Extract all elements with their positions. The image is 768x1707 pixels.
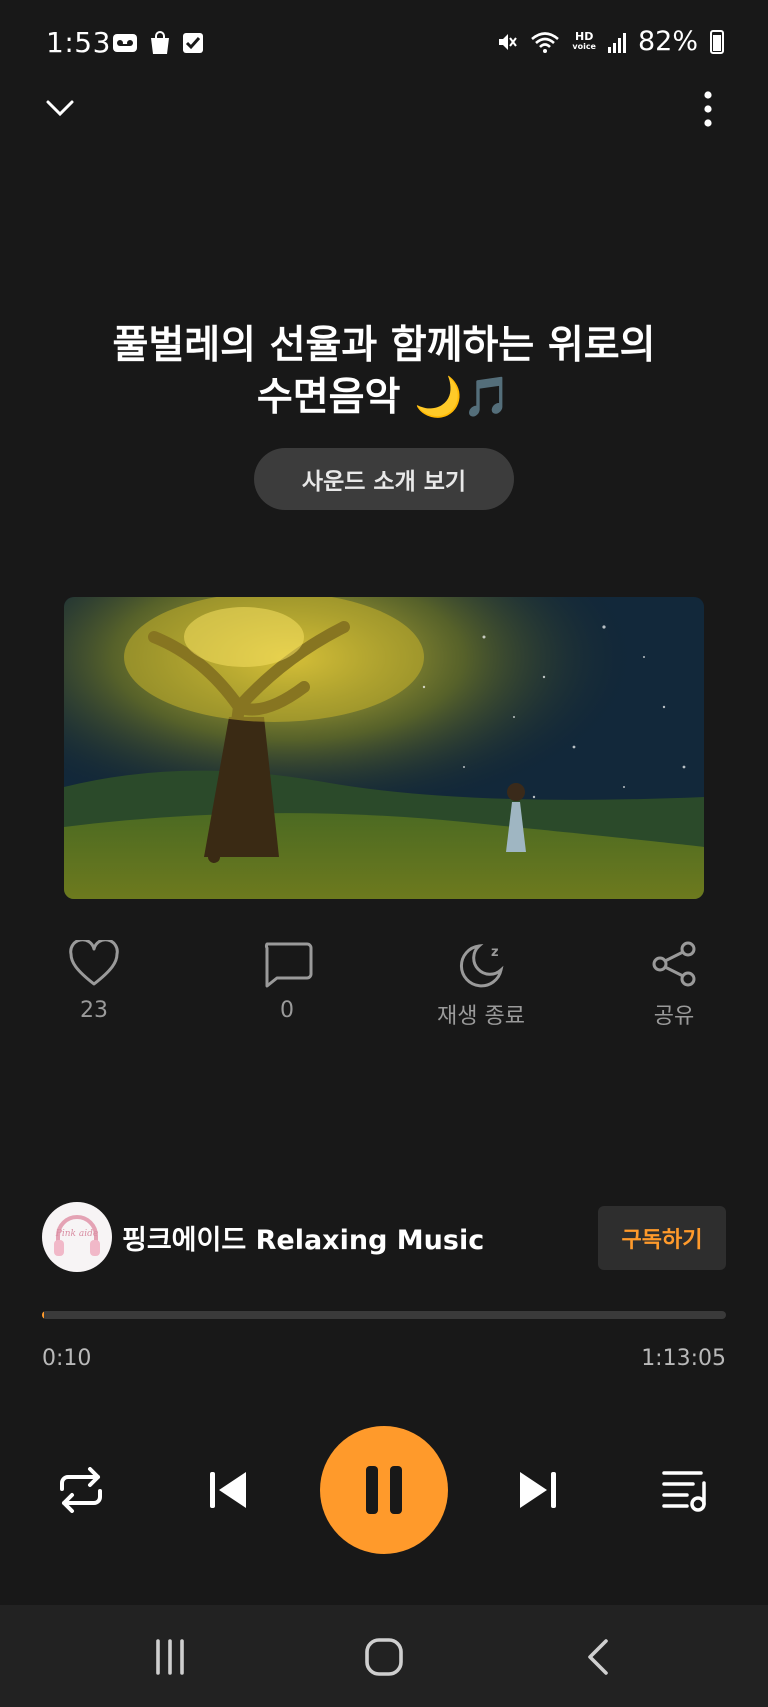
heart-icon: [69, 940, 119, 986]
recent-apps-icon: [156, 1639, 184, 1675]
checkbox-icon: [183, 33, 203, 53]
skip-next-icon: [520, 1472, 556, 1508]
artwork-image: [64, 597, 704, 899]
back-button[interactable]: [574, 1633, 622, 1681]
next-button[interactable]: [514, 1464, 562, 1516]
back-icon: [588, 1639, 608, 1675]
sound-intro-button[interactable]: 사운드 소개 보기: [254, 448, 514, 510]
comment-count: 0: [280, 998, 294, 1023]
signal-icon: [607, 31, 626, 53]
recent-apps-button[interactable]: [146, 1633, 194, 1681]
sleep-timer-label: 재생 종료: [437, 1004, 525, 1029]
home-button[interactable]: [360, 1633, 408, 1681]
collapse-button[interactable]: [40, 92, 80, 126]
pause-icon: [366, 1466, 402, 1514]
chevron-down-icon: [46, 100, 74, 116]
comment-action[interactable]: 0: [217, 940, 357, 1023]
repeat-button[interactable]: [50, 1462, 112, 1518]
shopping-bag-icon: [151, 31, 169, 54]
voice-label: voice: [572, 41, 596, 51]
system-nav-bar: [0, 1605, 768, 1707]
channel-row: Pink aide 핑크에이드 Relaxing Music 구독하기: [42, 1202, 726, 1274]
channel-avatar[interactable]: Pink aide: [42, 1202, 112, 1272]
playlist-button[interactable]: [658, 1464, 714, 1516]
hd-voice-icon: HD voice: [572, 29, 596, 52]
pause-button[interactable]: [320, 1426, 448, 1554]
subscribe-button[interactable]: 구독하기: [598, 1206, 726, 1270]
battery-percent: 82%: [637, 26, 698, 57]
progress-fill: [42, 1311, 45, 1319]
sleep-timer-action[interactable]: z 재생 종료: [411, 940, 551, 1030]
repeat-icon: [60, 1467, 102, 1513]
channel-name[interactable]: 핑크에이드 Relaxing Music: [122, 1218, 484, 1257]
voicemail-icon: [113, 34, 137, 52]
share-icon: [652, 941, 696, 987]
track-title-line2: 수면음악 🌙🎵: [256, 375, 512, 420]
track-title-line1: 풀벌레의 선율과 함께하는 위로의: [112, 323, 656, 368]
progress-bar[interactable]: [42, 1311, 726, 1319]
battery-icon: [710, 29, 724, 54]
album-artwork: [64, 597, 704, 899]
playlist-icon: [662, 1471, 706, 1512]
skip-previous-icon: [210, 1472, 246, 1508]
previous-button[interactable]: [204, 1464, 252, 1516]
wifi-icon: [531, 31, 560, 53]
hd-label: HD: [575, 29, 594, 43]
status-time: 1:53: [46, 26, 111, 59]
total-time: 1:13:05: [641, 1346, 726, 1371]
status-bar: 1:53 HD voice 82%: [0, 0, 768, 88]
svg-text:z: z: [491, 945, 499, 960]
home-icon: [365, 1638, 403, 1676]
more-options-button[interactable]: [696, 90, 720, 130]
avatar-text: Pink aide: [55, 1229, 98, 1239]
track-title: 풀벌레의 선율과 함께하는 위로의 수면음악 🌙🎵: [60, 320, 708, 424]
status-left-icons: [112, 30, 204, 56]
like-action[interactable]: 23: [24, 940, 164, 1023]
headphones-icon: Pink aide: [54, 1215, 100, 1256]
mute-icon: [499, 33, 518, 50]
status-right-icons: HD voice 82%: [496, 26, 724, 57]
share-label: 공유: [653, 1004, 695, 1029]
more-vertical-icon: [704, 90, 712, 127]
current-time: 0:10: [42, 1346, 92, 1371]
like-count: 23: [80, 998, 108, 1023]
comment-icon: [264, 942, 313, 988]
sleep-moon-icon: z: [459, 943, 504, 988]
share-action[interactable]: 공유: [604, 940, 744, 1030]
